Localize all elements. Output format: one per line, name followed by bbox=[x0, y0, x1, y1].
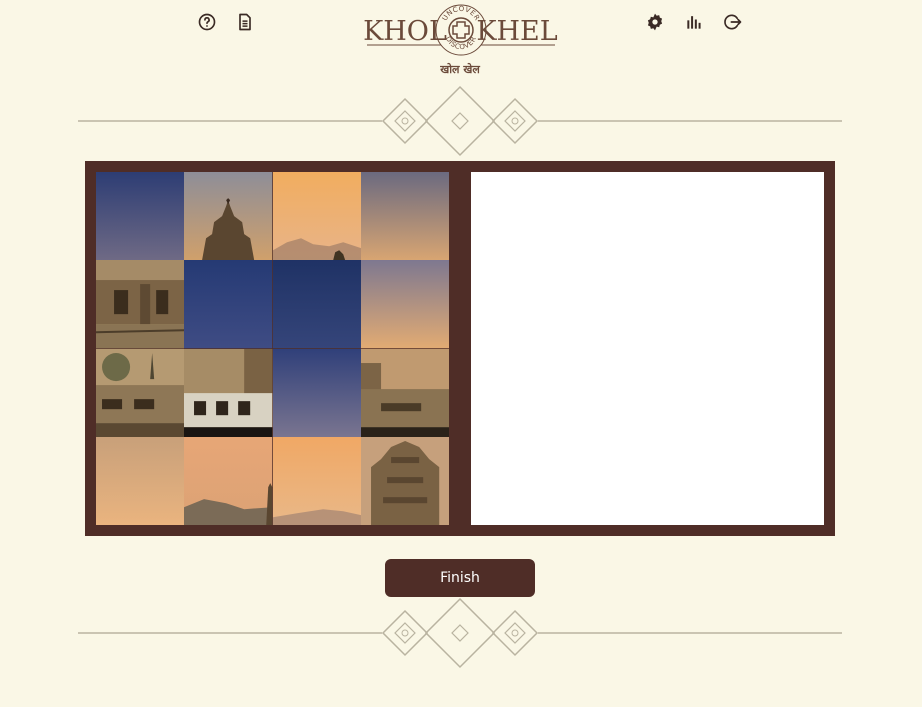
logo-subtitle: खोल खेल bbox=[439, 62, 480, 76]
puzzle-tile[interactable] bbox=[96, 260, 185, 349]
puzzle-tile[interactable] bbox=[360, 260, 449, 349]
puzzle-tile[interactable] bbox=[272, 348, 361, 437]
puzzle-tile[interactable] bbox=[360, 348, 449, 437]
svg-text:UNCOVER: UNCOVER bbox=[441, 5, 482, 22]
puzzle-tile[interactable] bbox=[96, 348, 185, 437]
document-icon[interactable] bbox=[233, 10, 257, 34]
puzzle-tile[interactable] bbox=[360, 172, 449, 261]
stats-icon[interactable] bbox=[682, 10, 706, 34]
puzzle-tile[interactable] bbox=[96, 436, 185, 525]
help-icon[interactable] bbox=[195, 10, 219, 34]
puzzle-tile[interactable] bbox=[272, 260, 361, 349]
ornament-divider-bottom bbox=[78, 597, 842, 669]
puzzle-tile[interactable] bbox=[96, 172, 185, 261]
logo-right-word: KHEL bbox=[476, 16, 557, 47]
puzzle-tile[interactable] bbox=[272, 436, 361, 525]
puzzle-tile[interactable] bbox=[184, 436, 273, 525]
logo-arc-top: UNCOVER bbox=[441, 5, 481, 22]
ornament-divider-top bbox=[78, 85, 842, 157]
logo: KHOL KHEL UNCOVER DISCOVER खोल खेल bbox=[361, 0, 561, 78]
puzzle-drop-area[interactable] bbox=[471, 172, 824, 525]
logout-icon[interactable] bbox=[721, 10, 745, 34]
puzzle-grid bbox=[96, 172, 449, 525]
puzzle-tile[interactable] bbox=[184, 172, 273, 261]
gear-icon[interactable] bbox=[643, 10, 667, 34]
logo-left-word: KHOL bbox=[363, 16, 447, 47]
puzzle-tile[interactable] bbox=[272, 172, 361, 261]
puzzle-tile[interactable] bbox=[360, 436, 449, 525]
puzzle-tile[interactable] bbox=[184, 348, 273, 437]
puzzle-board bbox=[85, 161, 835, 536]
finish-button[interactable]: Finish bbox=[385, 559, 535, 597]
puzzle-tile[interactable] bbox=[184, 260, 273, 349]
